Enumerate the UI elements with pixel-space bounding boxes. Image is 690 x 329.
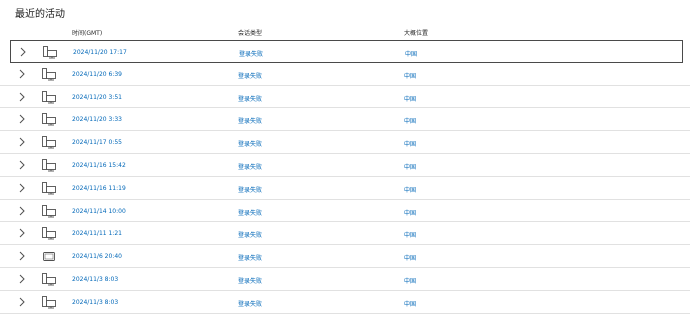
activity-row[interactable]: 2024/11/16 11:19 登录失败 中国 [0,177,690,200]
activity-row[interactable]: 2024/11/3 8:03 登录失败 中国 [0,291,690,314]
activity-session-type[interactable]: 登录失败 [238,299,262,308]
chevron-right-icon[interactable] [18,183,26,193]
chevron-right-icon[interactable] [18,206,26,216]
activity-row[interactable]: 2024/11/11 1:21 登录失败 中国 [0,222,690,246]
activity-time[interactable]: 2024/11/17 0:55 [72,139,122,146]
computer-icon [42,273,56,286]
activity-session-type[interactable]: 登录失败 [238,71,262,80]
chevron-right-icon[interactable] [18,251,26,261]
column-header-time: 时间(GMT) [72,30,103,37]
activity-time[interactable]: 2024/11/11 1:21 [72,230,122,237]
activity-session-type[interactable]: 登录失败 [238,208,262,217]
activity-time[interactable]: 2024/11/16 15:42 [72,162,126,169]
computer-icon [43,46,57,59]
column-header-location: 大概位置 [404,30,429,37]
computer-icon [42,136,56,149]
activity-location[interactable]: 中国 [404,71,416,80]
activity-time[interactable]: 2024/11/3 8:03 [72,299,118,306]
page-title: 最近的活动 [15,9,65,20]
chevron-right-icon[interactable] [18,228,26,238]
activity-location[interactable]: 中国 [404,162,416,171]
activity-time[interactable]: 2024/11/16 11:19 [72,185,126,192]
activity-session-type[interactable]: 登录失败 [238,276,262,285]
chevron-right-icon[interactable] [18,274,26,284]
activity-row[interactable]: 2024/11/20 3:33 登录失败 中国 [0,108,690,132]
activity-time[interactable]: 2024/11/20 17:17 [73,49,127,56]
computer-icon [42,159,56,172]
activity-session-type[interactable]: 登录失败 [239,49,263,58]
computer-icon [42,67,56,81]
activity-location[interactable]: 中国 [404,139,416,148]
activity-location[interactable]: 中国 [404,253,416,262]
chevron-right-icon[interactable] [18,92,26,102]
table-header: 时间(GMT) 会话类型 大概位置 [0,25,690,39]
activity-location[interactable]: 中国 [404,230,416,239]
activity-time[interactable]: 2024/11/20 6:39 [72,71,122,78]
recent-activity-page: 最近的活动 时间(GMT) 会话类型 大概位置 2024/11/20 17:17… [0,0,690,329]
column-header-session-type: 会话类型 [238,30,263,37]
computer-icon [42,204,56,218]
activity-row[interactable]: 2024/11/17 0:55 登录失败 中国 [0,131,690,154]
activity-location[interactable]: 中国 [404,116,416,125]
activity-time[interactable]: 2024/11/3 8:03 [72,276,118,283]
activity-row[interactable]: 2024/11/6 20:40 登录失败 中国 [0,245,690,268]
computer-icon [42,227,56,240]
activity-row[interactable]: 2024/11/14 10:00 登录失败 中国 [0,200,690,223]
chevron-right-icon[interactable] [18,114,26,124]
chevron-right-icon[interactable] [18,297,26,307]
activity-session-type[interactable]: 登录失败 [238,230,262,239]
activity-time[interactable]: 2024/11/20 3:33 [72,116,122,123]
tablet-icon [42,250,56,263]
activity-time[interactable]: 2024/11/20 3:51 [72,94,122,101]
activity-location[interactable]: 中国 [404,276,416,285]
activity-session-type[interactable]: 登录失败 [238,139,262,148]
activity-time[interactable]: 2024/11/14 10:00 [72,208,126,215]
activity-row[interactable]: 2024/11/20 6:39 登录失败 中国 [0,63,690,86]
activity-location[interactable]: 中国 [405,49,417,58]
activity-row[interactable]: 2024/11/3 8:03 登录失败 中国 [0,268,690,291]
activity-session-type[interactable]: 登录失败 [238,253,262,262]
activity-session-type[interactable]: 登录失败 [238,185,262,194]
activity-list: 2024/11/20 17:17 登录失败 中国 2024/11/20 6:39 登录失… [0,40,690,314]
activity-location[interactable]: 中国 [404,299,416,308]
activity-row[interactable]: 2024/11/20 17:17 登录失败 中国 [10,40,683,63]
computer-icon [42,295,56,309]
activity-time[interactable]: 2024/11/6 20:40 [72,253,122,260]
chevron-right-icon[interactable] [18,69,26,79]
activity-session-type[interactable]: 登录失败 [238,116,262,125]
computer-icon [42,90,56,104]
activity-location[interactable]: 中国 [404,94,416,103]
activity-location[interactable]: 中国 [404,208,416,217]
chevron-right-icon[interactable] [18,160,26,170]
activity-row[interactable]: 2024/11/20 3:51 登录失败 中国 [0,86,690,109]
activity-location[interactable]: 中国 [404,185,416,194]
activity-session-type[interactable]: 登录失败 [238,162,262,171]
activity-row[interactable]: 2024/11/16 15:42 登录失败 中国 [0,154,690,177]
activity-session-type[interactable]: 登录失败 [238,94,262,103]
chevron-right-icon[interactable] [18,137,26,147]
computer-icon [42,181,56,195]
computer-icon [42,113,56,126]
chevron-right-icon[interactable] [19,47,27,57]
